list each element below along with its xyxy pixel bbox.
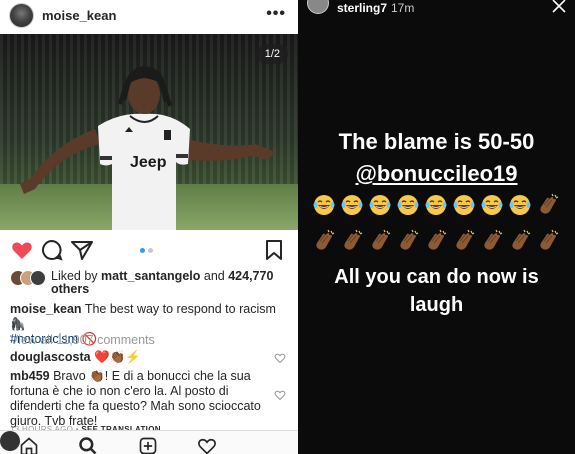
- search-icon[interactable]: [78, 436, 98, 454]
- avatar[interactable]: [9, 3, 34, 28]
- laughing-emoji-icon: [509, 195, 531, 215]
- svg-text:Jeep: Jeep: [130, 154, 167, 171]
- laughing-emoji-icon: [313, 195, 335, 215]
- liked-user[interactable]: matt_santangelo: [101, 269, 200, 283]
- avatar: [30, 270, 46, 286]
- carousel-dot-active: [140, 248, 145, 253]
- comment-item: mb459 Bravo 👏🏾! E di a bonucci che la su…: [10, 369, 272, 429]
- caption-username[interactable]: moise_kean: [10, 302, 82, 316]
- comment-like-icon[interactable]: [274, 389, 286, 401]
- activity-heart-icon[interactable]: [197, 436, 217, 454]
- heart-icon[interactable]: [10, 238, 34, 262]
- post-username[interactable]: moise_kean: [42, 8, 116, 23]
- clapping-hands-emoji-icon: [540, 193, 559, 214]
- story-username[interactable]: sterling7: [337, 1, 387, 15]
- comment-text: ❤️👏🏾⚡: [94, 350, 141, 364]
- mention-text[interactable]: @bonuccileo19: [355, 161, 517, 186]
- laughing-emoji-icon: [341, 195, 363, 215]
- photo-counter: 1/2: [256, 44, 288, 64]
- bottom-nav: [0, 430, 298, 454]
- likes-row: Liked by matt_santangelo and 424,770 oth…: [10, 270, 295, 296]
- likes-text[interactable]: Liked by matt_santangelo and 424,770 oth…: [51, 270, 291, 296]
- story-mention[interactable]: @bonuccileo19: [298, 161, 575, 187]
- clapping-hands-emoji-icon: [316, 229, 335, 250]
- clapping-hands-emoji-icon: [400, 229, 419, 250]
- post-photo[interactable]: Jeep 1/2: [0, 34, 298, 230]
- add-post-icon[interactable]: [138, 436, 158, 454]
- clapping-hands-emoji-icon: [540, 229, 559, 250]
- comment-item: douglascosta ❤️👏🏾⚡: [10, 350, 272, 365]
- story-text-line2b: laugh: [409, 294, 464, 316]
- laughing-emoji-icon: [453, 195, 475, 215]
- share-icon[interactable]: [70, 238, 94, 262]
- profile-avatar[interactable]: [0, 431, 20, 451]
- clapping-hands-emoji-icon: [344, 229, 363, 250]
- laughing-emoji-icon: [369, 195, 391, 215]
- liked-and: and: [203, 269, 225, 283]
- story-text-line2: All you can do now is laugh: [298, 263, 575, 319]
- comment-username[interactable]: mb459: [10, 369, 50, 383]
- close-icon[interactable]: [551, 0, 567, 14]
- comment-icon[interactable]: [40, 238, 64, 262]
- view-all-comments-link[interactable]: View all 11,907 comments: [10, 333, 155, 347]
- post-header: moise_kean •••: [0, 0, 298, 32]
- more-options-icon[interactable]: •••: [266, 5, 286, 23]
- avatar[interactable]: [307, 0, 329, 14]
- carousel-dots: [140, 248, 153, 253]
- clapping-hands-emoji-icon: [512, 229, 531, 250]
- emoji-row: [312, 193, 564, 219]
- liker-avatars: [10, 270, 46, 288]
- laughing-emoji-icon: [481, 195, 503, 215]
- laughing-emoji-icon: [397, 195, 419, 215]
- carousel-dot: [148, 248, 153, 253]
- liked-prefix: Liked by: [51, 269, 98, 283]
- player-figure: Jeep: [20, 66, 275, 230]
- comment-like-icon[interactable]: [274, 352, 286, 364]
- laughing-emoji-icon: [425, 195, 447, 215]
- home-icon[interactable]: [19, 436, 39, 454]
- clapping-hands-emoji-icon: [428, 229, 447, 250]
- comment-username[interactable]: douglascosta: [10, 350, 91, 364]
- post-actions: [0, 236, 298, 266]
- bookmark-icon[interactable]: [262, 238, 286, 262]
- clapping-hands-emoji-icon: [456, 229, 475, 250]
- story-text-line2a: All you can do now is: [334, 266, 539, 288]
- emoji-row: [312, 229, 564, 255]
- instagram-story: sterling7 17m The blame is 50-50 @bonucc…: [298, 0, 575, 454]
- story-time: 17m: [391, 1, 415, 15]
- clapping-hands-emoji-icon: [372, 229, 391, 250]
- clapping-hands-emoji-icon: [484, 229, 503, 250]
- story-text-line1: The blame is 50-50: [338, 129, 535, 154]
- instagram-post: moise_kean ••• Jeep 1/2 Liked by matt_sa…: [0, 0, 298, 454]
